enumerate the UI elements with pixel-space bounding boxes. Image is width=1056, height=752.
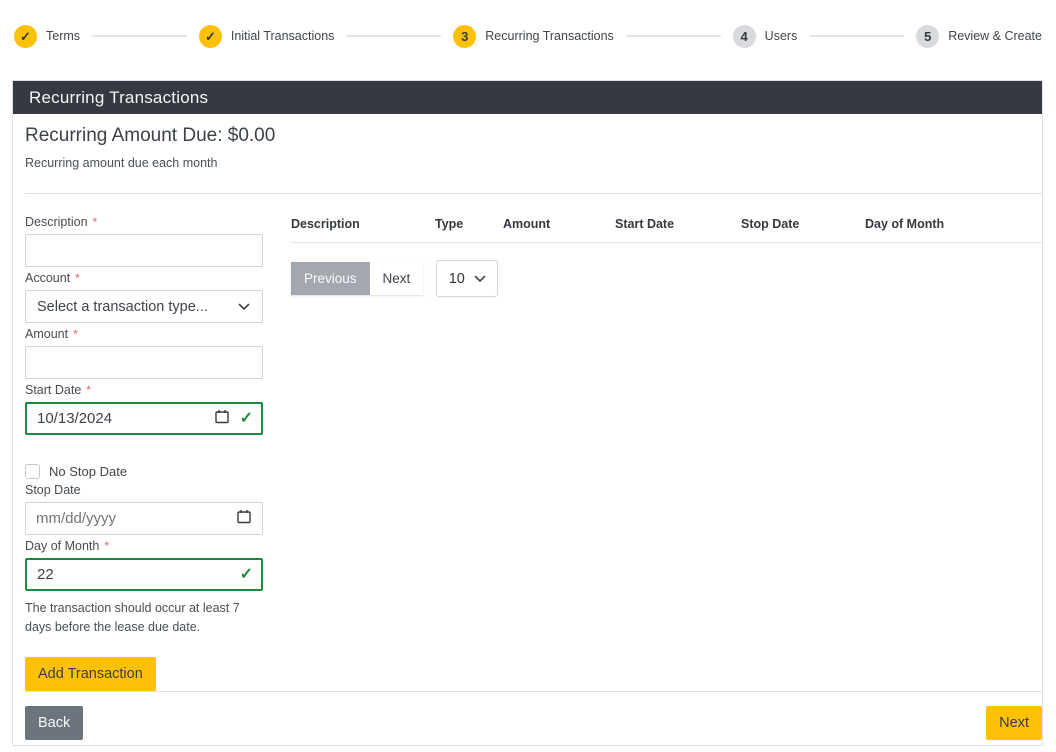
day-of-month-field: ✓ [25, 558, 263, 591]
card-title: Recurring Transactions [29, 88, 208, 108]
step-label: Review & Create [948, 29, 1042, 43]
step-connector [626, 35, 721, 37]
check-icon: ✓ [20, 30, 31, 43]
step-label: Recurring Transactions [485, 29, 614, 43]
page-size-select[interactable]: 10 [436, 260, 498, 297]
step-circle-active: 3 [453, 25, 476, 48]
description-label: Description* [25, 215, 263, 229]
table-header-row: Description Type Amount Start Date Stop … [291, 211, 1042, 243]
stop-date-label: Stop Date [25, 483, 263, 497]
back-button[interactable]: Back [25, 706, 83, 740]
step-circle-complete: ✓ [14, 25, 37, 48]
transactions-table: Description Type Amount Start Date Stop … [291, 211, 1042, 243]
account-select-value: Select a transaction type... [37, 299, 208, 315]
previous-page-button[interactable]: Previous [291, 262, 370, 295]
required-asterisk: * [93, 215, 98, 229]
pagination: Previous Next 10 [291, 260, 1042, 297]
required-asterisk: * [86, 383, 91, 397]
add-transaction-button[interactable]: Add Transaction [25, 657, 156, 691]
column-header-type: Type [435, 211, 503, 243]
day-of-month-label: Day of Month* [25, 539, 263, 553]
step-circle-upcoming: 4 [733, 25, 756, 48]
step-wizard: ✓ Terms ✓ Initial Transactions 3 Recurri… [0, 24, 1056, 48]
no-stop-date-row: No Stop Date [25, 464, 263, 479]
step-label: Initial Transactions [231, 29, 335, 43]
account-label: Account* [25, 271, 263, 285]
chevron-down-icon [238, 299, 250, 315]
step-label: Terms [46, 29, 80, 43]
check-icon: ✓ [205, 30, 216, 43]
card-title-bar: Recurring Transactions [13, 81, 1042, 114]
step-label: Users [765, 29, 798, 43]
stop-date-field [25, 502, 263, 535]
step-circle-upcoming: 5 [916, 25, 939, 48]
start-date-field: ✓ [25, 402, 263, 435]
transactions-table-panel: Description Type Amount Start Date Stop … [291, 211, 1042, 297]
no-stop-date-label: No Stop Date [49, 464, 127, 479]
wizard-footer: Back Next [13, 692, 1042, 752]
step-connector [809, 35, 904, 37]
step-connector [92, 35, 187, 37]
transaction-form: Description* Account* Select a transacti… [25, 211, 263, 691]
required-asterisk: * [73, 327, 78, 341]
stop-date-input[interactable] [25, 502, 263, 535]
step-circle-complete: ✓ [199, 25, 222, 48]
pagination-button-group: Previous Next [291, 262, 423, 295]
main-content: Description* Account* Select a transacti… [13, 194, 1042, 691]
step-terms[interactable]: ✓ Terms [14, 25, 80, 48]
column-header-stop-date: Stop Date [741, 211, 865, 243]
next-page-button[interactable]: Next [370, 262, 424, 295]
required-asterisk: * [104, 539, 109, 553]
column-header-start-date: Start Date [615, 211, 741, 243]
day-of-month-helper-text: The transaction should occur at least 7 … [25, 599, 243, 638]
step-review-create[interactable]: 5 Review & Create [916, 25, 1042, 48]
amount-input[interactable] [25, 346, 263, 379]
account-select[interactable]: Select a transaction type... [25, 290, 263, 323]
step-users[interactable]: 4 Users [733, 25, 798, 48]
step-initial-transactions[interactable]: ✓ Initial Transactions [199, 25, 335, 48]
day-of-month-input[interactable] [25, 558, 263, 591]
column-header-description: Description [291, 211, 435, 243]
recurring-amount-subheading: Recurring amount due each month [25, 156, 1042, 170]
step-connector [346, 35, 441, 37]
next-button[interactable]: Next [986, 706, 1042, 740]
column-header-day-of-month: Day of Month [865, 211, 1042, 243]
chevron-down-icon [474, 271, 486, 287]
page-size-value: 10 [449, 271, 465, 287]
start-date-input[interactable] [25, 402, 263, 435]
description-input[interactable] [25, 234, 263, 267]
column-header-amount: Amount [503, 211, 615, 243]
start-date-label: Start Date* [25, 383, 263, 397]
required-asterisk: * [75, 271, 80, 285]
no-stop-date-checkbox[interactable] [25, 464, 40, 479]
recurring-amount-heading: Recurring Amount Due: $0.00 [25, 125, 1042, 147]
amount-label: Amount* [25, 327, 263, 341]
recurring-transactions-card: Recurring Transactions Recurring Amount … [12, 80, 1043, 746]
step-recurring-transactions[interactable]: 3 Recurring Transactions [453, 25, 614, 48]
